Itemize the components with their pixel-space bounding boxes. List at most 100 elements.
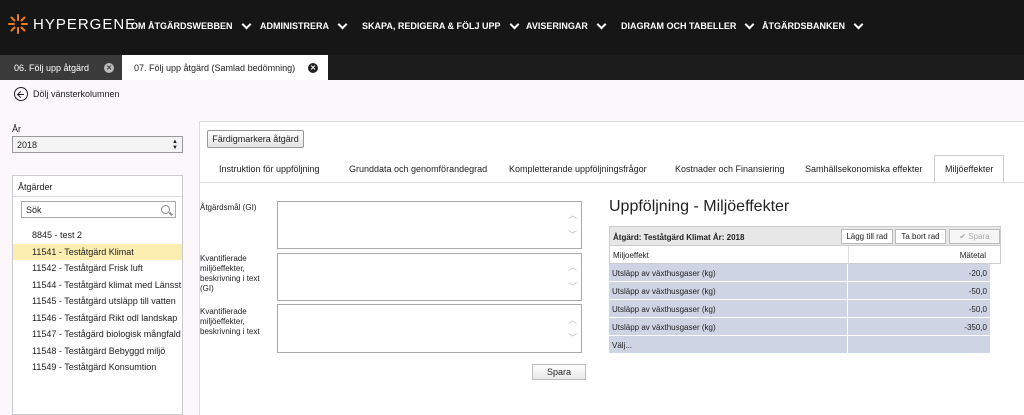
nav-atgardsbanken[interactable]: ÅTGÄRDSBANKEN xyxy=(762,19,864,31)
column-header-value[interactable]: Mätetal xyxy=(960,251,986,260)
check-icon: ✔ xyxy=(959,232,969,241)
doc-tab-label: 06. Följ upp åtgärd xyxy=(14,62,90,73)
atgardsmal-textarea[interactable]: ︿ ﹀ xyxy=(277,201,582,249)
list-item[interactable]: 11547 - Testågärd biologisk mångfald xyxy=(13,326,182,342)
nav-om-atgardswebben[interactable]: OM ÅTGÄRDSWEBBEN xyxy=(131,19,251,31)
nav-label: SKAPA, REDIGERA & FÖLJ UPP xyxy=(362,21,501,31)
divider xyxy=(847,336,848,354)
nav-label: ÅTGÄRDSBANKEN xyxy=(762,21,845,31)
divider xyxy=(13,196,182,197)
logo[interactable]: HYPERGENE xyxy=(8,14,136,34)
doc-tab-07[interactable]: 07. Följ upp åtgärd (Samlad bedömning) ✕ xyxy=(122,55,328,80)
list-item[interactable]: 11542 - Teståtgärd Frisk luft xyxy=(13,260,182,276)
cell-effect[interactable]: Utsläpp av växthusgaser (kg) xyxy=(612,269,716,278)
search-input-text: Sök xyxy=(26,205,42,215)
grid-save-button[interactable]: ✔ Spara xyxy=(949,229,1000,244)
search-icon[interactable] xyxy=(161,205,170,214)
nav-label: DIAGRAM OCH TABELLER xyxy=(621,21,737,31)
table-row[interactable]: Utsläpp av växthusgaser (kg) -20,0 xyxy=(609,264,990,282)
cell-value[interactable]: -50,0 xyxy=(969,305,987,314)
grid-column-header: Miljoeffekt Mätetal xyxy=(609,246,1001,264)
grid-caption: Åtgärd: Teståtgärd Klimat År: 2018 xyxy=(613,233,745,242)
close-icon[interactable]: ✕ xyxy=(104,63,114,73)
cell-value[interactable]: -350,0 xyxy=(964,323,987,332)
table-row[interactable]: Utsläpp av växthusgaser (kg) -50,0 xyxy=(609,300,990,318)
tab-kompletterande[interactable]: Kompletterande uppföljningsfrågor xyxy=(509,156,647,182)
chevron-down-icon xyxy=(337,19,348,29)
logo-text: HYPERGENE xyxy=(33,15,137,33)
field-label-kvantifierade: Kvantifierade miljöeffekter, beskrivning… xyxy=(200,307,260,336)
cell-effect[interactable]: Välj... xyxy=(612,341,632,350)
cell-effect[interactable]: Utsläpp av växthusgaser (kg) xyxy=(612,305,716,314)
close-icon[interactable]: ✕ xyxy=(308,63,318,73)
tab-kostnader[interactable]: Kostnader och Finansiering xyxy=(675,156,785,182)
scroll-up-icon[interactable]: ︿ xyxy=(568,260,577,273)
tab-instruktion[interactable]: Instruktion för uppföljning xyxy=(219,156,320,182)
chevron-down-icon xyxy=(853,19,864,29)
divider xyxy=(848,246,849,264)
tab-grunddata[interactable]: Grunddata och genomförandegrad xyxy=(349,156,487,182)
actions-title: Åtgärder xyxy=(18,182,53,192)
chevron-down-icon xyxy=(241,19,251,29)
year-label: År xyxy=(12,124,21,134)
tab-samhallsekonomiska[interactable]: Samhällsekonomiska effekter xyxy=(805,156,922,182)
scroll-down-icon[interactable]: ﹀ xyxy=(568,331,577,344)
field-label-atgardsmal: Åtgärdsmål (GI) xyxy=(200,203,257,212)
scroll-up-icon[interactable]: ︿ xyxy=(568,208,577,221)
grid-toolbar: Åtgärd: Teståtgärd Klimat År: 2018 Lägg … xyxy=(609,226,1001,246)
year-value: 2018 xyxy=(17,140,38,150)
chevron-down-icon xyxy=(744,19,755,29)
doc-tab-06[interactable]: 06. Följ upp åtgärd ✕ xyxy=(0,55,122,80)
cell-effect[interactable]: Utsläpp av växthusgaser (kg) xyxy=(612,287,716,296)
scroll-up-icon[interactable]: ︿ xyxy=(568,313,577,326)
list-item[interactable]: 11541 - Teståtgärd Klimat xyxy=(13,243,182,260)
scroll-down-icon[interactable]: ﹀ xyxy=(568,280,577,293)
main-panel: Färdigmarkera åtgärd Instruktion för upp… xyxy=(199,121,1024,415)
save-button[interactable]: Spara xyxy=(532,364,586,380)
nav-label: ADMINISTRERA xyxy=(260,21,329,31)
list-item[interactable]: 11549 - Teståtgärd Konsumtion xyxy=(13,359,182,375)
list-item[interactable]: 11545 - Teståtgärd utsläpp till vatten xyxy=(13,293,182,309)
hide-left-column-label: Dölj vänsterkolumnen xyxy=(33,89,120,99)
section-title: Uppföljning - Miljöeffekter xyxy=(609,198,790,215)
logo-icon xyxy=(8,14,28,34)
year-select[interactable]: 2018 ▲ ▼ xyxy=(12,136,183,153)
nav-aviseringar[interactable]: AVISERINGAR xyxy=(526,19,607,31)
nav-label: AVISERINGAR xyxy=(526,21,588,31)
document-tab-bar: 06. Följ upp åtgärd ✕ 07. Följ upp åtgär… xyxy=(0,55,1024,80)
tab-miljoeffekter[interactable]: Miljöeffekter xyxy=(934,155,1005,182)
cell-value[interactable]: -20,0 xyxy=(969,269,987,278)
list-item[interactable]: 8845 - test 2 xyxy=(13,227,182,243)
doc-tab-label: 07. Följ upp åtgärd (Samlad bedömning) xyxy=(134,62,296,73)
top-navigation: HYPERGENE OM ÅTGÄRDSWEBBEN ADMINISTRERA … xyxy=(0,0,1024,55)
list-item[interactable]: 11548 - Teståtgärd Bebyggd miljö xyxy=(13,343,182,359)
divider xyxy=(847,318,848,336)
table-row[interactable]: Utsläpp av växthusgaser (kg) -50,0 xyxy=(609,282,990,300)
kvantifierade-textarea[interactable]: ︿ ﹀ xyxy=(277,304,582,353)
nav-skapa-redigera[interactable]: SKAPA, REDIGERA & FÖLJ UPP xyxy=(362,19,519,31)
divider xyxy=(847,300,848,318)
search-input[interactable]: Sök xyxy=(21,201,176,218)
nav-diagram-och-tabeller[interactable]: DIAGRAM OCH TABELLER xyxy=(621,19,755,31)
chevron-down-icon xyxy=(509,19,519,29)
field-label-kvantifierade-gi: Kvantifierade miljöeffekter, beskrivning… xyxy=(200,254,260,293)
scroll-down-icon[interactable]: ﹀ xyxy=(568,228,577,241)
arrow-left-circle-icon xyxy=(14,87,28,101)
remove-row-button[interactable]: Ta bort rad xyxy=(895,229,946,244)
list-item[interactable]: 11544 - Teståtgärd klimat med Länsst xyxy=(13,277,182,293)
cell-value[interactable]: -50,0 xyxy=(969,287,987,296)
chevron-down-icon xyxy=(596,19,607,29)
tab-divider xyxy=(200,182,1024,183)
hide-left-column-link[interactable]: Dölj vänsterkolumnen xyxy=(14,87,120,101)
add-row-button[interactable]: Lägg till rad xyxy=(841,229,893,244)
kvantifierade-gi-textarea[interactable]: ︿ ﹀ xyxy=(277,253,582,301)
table-row[interactable]: Utsläpp av växthusgaser (kg) -350,0 xyxy=(609,318,990,336)
column-header-effect[interactable]: Miljoeffekt xyxy=(613,251,649,260)
finish-action-button[interactable]: Färdigmarkera åtgärd xyxy=(207,130,304,148)
grid-save-label: Spara xyxy=(968,232,990,241)
spinner-arrows-icon: ▲ ▼ xyxy=(172,139,178,151)
table-row[interactable]: Välj... xyxy=(609,336,990,354)
cell-effect[interactable]: Utsläpp av växthusgaser (kg) xyxy=(612,323,716,332)
nav-administrera[interactable]: ADMINISTRERA xyxy=(260,19,348,31)
list-item[interactable]: 11546 - Teståtgärd Rikt odl landskap xyxy=(13,310,182,326)
